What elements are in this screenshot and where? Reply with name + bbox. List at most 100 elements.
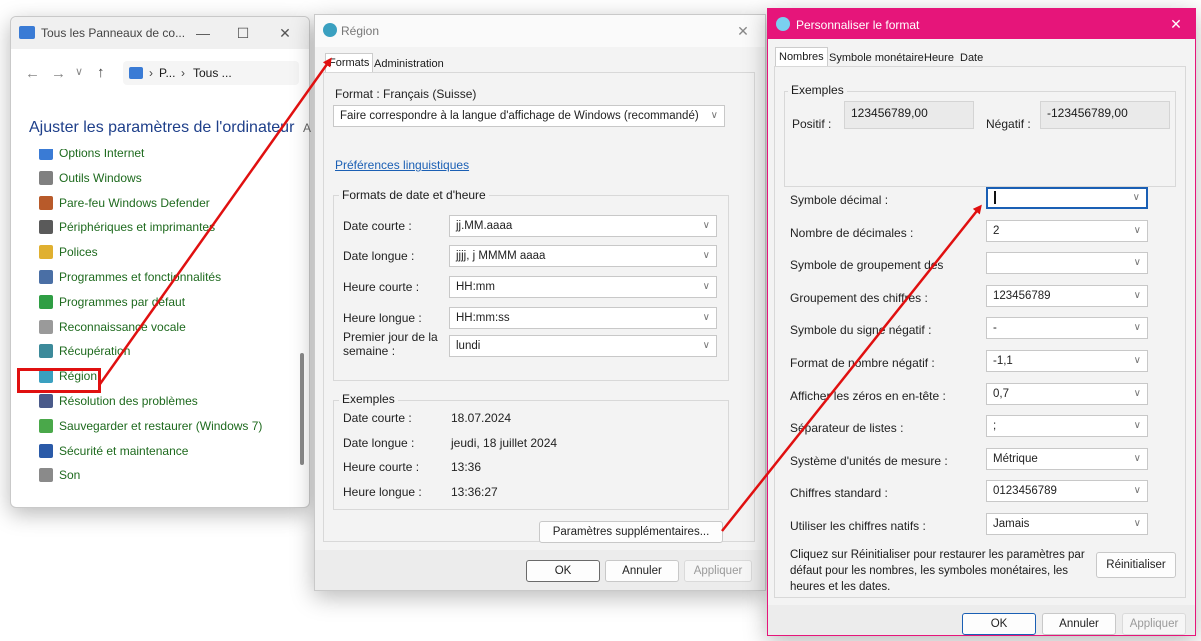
- window-title: Tous les Panneaux de co...: [41, 26, 186, 40]
- format-row-label: Premier jour de la semaine :: [343, 330, 438, 358]
- format-row-value: HH:mm: [456, 281, 495, 293]
- list-item[interactable]: Reconnaissance vocale: [39, 317, 186, 337]
- format-select[interactable]: Faire correspondre à la langue d'afficha…: [333, 105, 725, 127]
- close-icon[interactable]: ✕: [265, 17, 305, 49]
- region-titlebar: Région ✕: [315, 15, 765, 47]
- setting-label: Système d'unités de mesure :: [790, 453, 948, 468]
- setting-select[interactable]: Métrique ∨: [986, 447, 1148, 470]
- setting-select[interactable]: -1,1 ∨: [986, 350, 1148, 372]
- tab-nombres[interactable]: Nombres: [775, 47, 828, 67]
- example-value: 18.07.2024: [451, 411, 512, 425]
- setting-label: Symbole du signe négatif :: [790, 323, 932, 338]
- format-row-value: jj.MM.aaaa: [456, 220, 513, 232]
- list-item-icon: [39, 394, 53, 408]
- tab-symbole-monetaire[interactable]: Symbole monétaire: [826, 49, 927, 67]
- list-item-icon: [39, 220, 53, 235]
- ok-button[interactable]: OK: [526, 560, 600, 582]
- list-item-label: Récupération: [59, 344, 131, 359]
- setting-label: Chiffres standard :: [790, 486, 888, 501]
- setting-select[interactable]: Jamais ∨: [986, 513, 1148, 535]
- minimize-icon[interactable]: —: [183, 17, 223, 49]
- setting-select[interactable]: 0123456789 ∨: [986, 480, 1148, 503]
- tab-heure[interactable]: Heure: [921, 49, 957, 67]
- chevron-down-icon: ∨: [702, 220, 710, 231]
- format-row-label: Heure longue :: [343, 311, 422, 325]
- scrollbar-thumb[interactable]: [300, 353, 304, 465]
- close-icon[interactable]: ✕: [723, 15, 763, 47]
- close-icon[interactable]: ✕: [1156, 9, 1196, 39]
- reset-button[interactable]: Réinitialiser: [1096, 552, 1176, 578]
- setting-label: Symbole de groupement des: [790, 258, 944, 273]
- list-item-icon: [39, 443, 53, 458]
- list-item-icon: [39, 149, 53, 160]
- format-row-select[interactable]: jj.MM.aaaa ∨: [449, 215, 717, 237]
- chevron-down-icon[interactable]: ∨: [75, 65, 83, 78]
- page-title: Ajuster les paramètres de l'ordinateur: [29, 119, 295, 136]
- setting-label: Séparateur de listes :: [790, 421, 904, 436]
- setting-value: ;: [993, 420, 997, 433]
- list-item[interactable]: Options Internet: [39, 149, 144, 163]
- format-row-select[interactable]: lundi ∨: [449, 335, 717, 357]
- format-row-select[interactable]: HH:mm:ss ∨: [449, 307, 717, 329]
- negative-value: -123456789,00: [1047, 106, 1128, 120]
- list-item-label: Périphériques et imprimantes: [59, 220, 216, 235]
- setting-select[interactable]: ; ∨: [986, 415, 1148, 438]
- text-cursor: [994, 191, 996, 205]
- tab-formats[interactable]: Formats: [325, 53, 374, 73]
- customize-format-window: Personnaliser le format ✕ Nombres Symbol…: [767, 8, 1196, 636]
- format-row-label: Date longue :: [343, 249, 415, 263]
- list-item[interactable]: Sécurité et maintenance: [39, 441, 188, 461]
- setting-select[interactable]: 0,7 ∨: [986, 382, 1148, 405]
- chevron-down-icon: ∨: [710, 110, 718, 121]
- forward-arrow-icon[interactable]: →: [51, 65, 66, 82]
- chevron-down-icon: ∨: [1133, 289, 1141, 301]
- list-item[interactable]: Sauvegarder et restaurer (Windows 7): [39, 416, 262, 436]
- list-item[interactable]: Programmes et fonctionnalités: [39, 267, 221, 287]
- breadcrumb-p[interactable]: P...: [159, 66, 175, 80]
- setting-select[interactable]: 123456789 ∨: [986, 284, 1148, 307]
- chevron-down-icon: ∨: [1133, 452, 1141, 464]
- list-item[interactable]: Outils Windows: [39, 168, 142, 188]
- list-item[interactable]: Son: [39, 465, 80, 485]
- format-row-select[interactable]: jjjj, j MMMM aaaa ∨: [449, 245, 717, 267]
- cancel-button[interactable]: Annuler: [605, 560, 679, 582]
- list-item[interactable]: Programmes par défaut: [39, 292, 185, 312]
- format-row-value: HH:mm:ss: [456, 312, 510, 324]
- cancel-button[interactable]: Annuler: [1042, 613, 1116, 635]
- up-arrow-icon[interactable]: ↑: [97, 64, 105, 81]
- control-panel-titlebar: Tous les Panneaux de co... — ☐ ✕: [11, 17, 309, 49]
- chevron-down-icon: ∨: [1132, 192, 1140, 203]
- region-highlight-box: [17, 368, 101, 393]
- list-item-label: Outils Windows: [59, 170, 142, 185]
- example-label: Heure longue :: [343, 484, 422, 499]
- address-bar[interactable]: › P... › Tous ...: [123, 61, 299, 85]
- chevron-down-icon: ∨: [1133, 224, 1141, 236]
- additional-settings-button[interactable]: Paramètres supplémentaires...: [539, 521, 723, 543]
- list-item[interactable]: Polices: [39, 242, 98, 262]
- ok-button[interactable]: OK: [962, 613, 1036, 635]
- list-item[interactable]: Récupération: [39, 341, 130, 361]
- list-item[interactable]: Pare-feu Windows Defender: [39, 193, 210, 213]
- tab-administration[interactable]: Administration: [371, 55, 447, 73]
- back-arrow-icon[interactable]: ←: [25, 65, 40, 82]
- setting-select[interactable]: ∨: [986, 187, 1148, 209]
- setting-label: Symbole décimal :: [790, 193, 889, 207]
- setting-select[interactable]: ∨: [986, 252, 1148, 275]
- tab-date[interactable]: Date: [957, 49, 986, 67]
- format-row-value: jjjj, j MMMM aaaa: [456, 250, 546, 262]
- format-row-value: lundi: [456, 340, 481, 352]
- apply-button[interactable]: Appliquer: [684, 560, 752, 582]
- chevron-down-icon: ∨: [702, 281, 710, 292]
- positive-value-box: 123456789,00: [844, 101, 974, 129]
- negative-value-box: -123456789,00: [1040, 101, 1170, 129]
- list-item[interactable]: Périphériques et imprimantes: [39, 217, 215, 237]
- maximize-icon[interactable]: ☐: [223, 17, 263, 49]
- language-preferences-link[interactable]: Préférences linguistiques: [335, 158, 469, 172]
- setting-value: -1,1: [993, 355, 1013, 367]
- breadcrumb-tous[interactable]: Tous ...: [193, 66, 232, 80]
- format-row-select[interactable]: HH:mm ∨: [449, 276, 717, 298]
- list-item[interactable]: Résolution des problèmes: [39, 391, 198, 411]
- setting-select[interactable]: - ∨: [986, 317, 1148, 340]
- apply-button[interactable]: Appliquer: [1122, 613, 1186, 635]
- setting-select[interactable]: 2 ∨: [986, 219, 1148, 242]
